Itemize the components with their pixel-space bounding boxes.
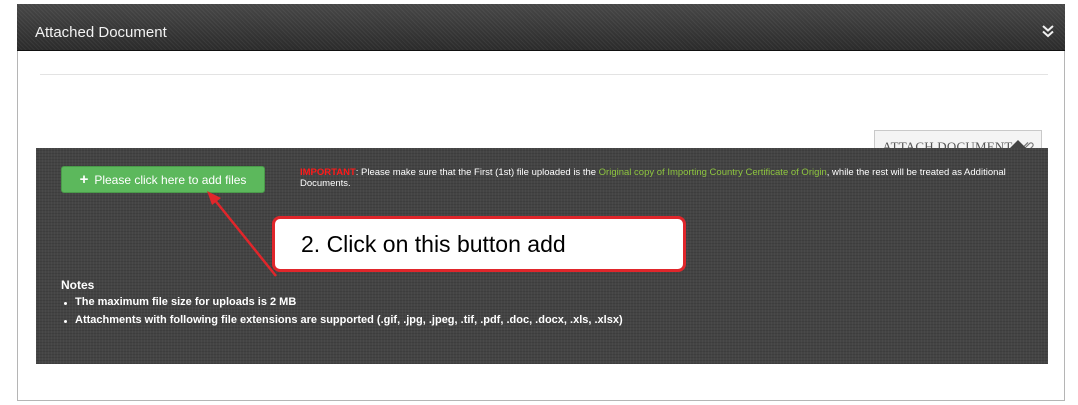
panel-header[interactable]: Attached Document (17, 4, 1065, 51)
add-files-button[interactable]: + Please click here to add files (61, 166, 265, 193)
plus-icon: + (79, 171, 89, 188)
important-highlight: Original copy of Importing Country Certi… (598, 167, 827, 178)
important-notice: IMPORTANT: Please make sure that the Fir… (300, 167, 1040, 189)
callout-text: 2. Click on this button add (301, 230, 566, 257)
instruction-callout: 2. Click on this button add (272, 216, 686, 272)
notes-list: The maximum file size for uploads is 2 M… (61, 296, 623, 332)
panel-pointer (1010, 140, 1026, 148)
list-item: The maximum file size for uploads is 2 M… (61, 296, 623, 310)
add-files-label: Please click here to add files (94, 172, 247, 187)
panel-title: Attached Document (35, 24, 167, 41)
important-label: IMPORTANT (300, 167, 356, 178)
double-chevron-down-icon[interactable] (1041, 24, 1055, 38)
list-item: Attachments with following file extensio… (61, 314, 623, 328)
divider (40, 74, 1048, 75)
important-text-1: : Please make sure that the First (1st) … (355, 167, 599, 178)
notes-title: Notes (61, 278, 95, 292)
